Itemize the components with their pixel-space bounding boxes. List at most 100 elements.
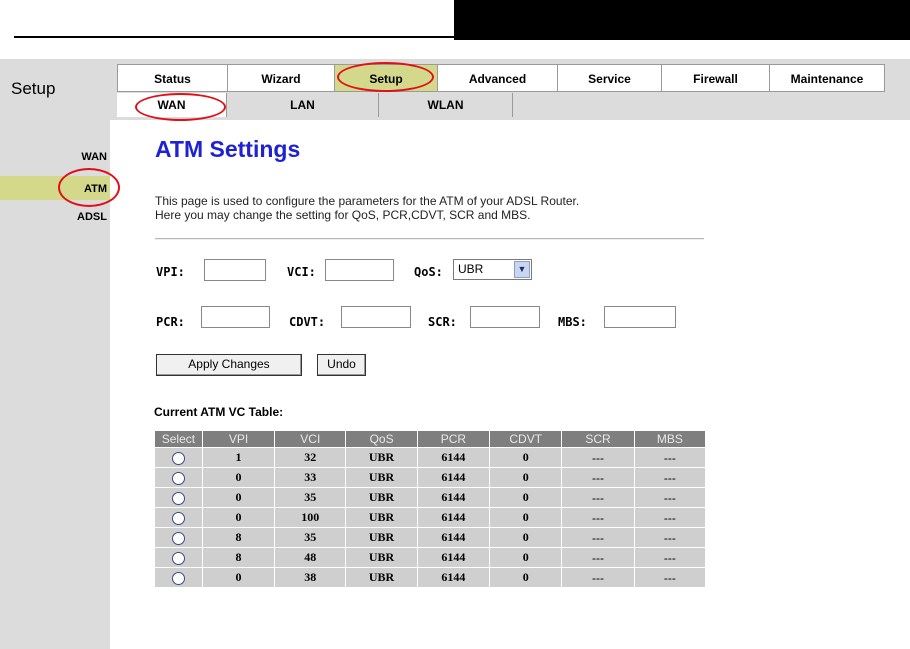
description-line: Here you may change the setting for QoS,… [155,208,531,222]
table-cell-vpi: 1 [202,448,275,467]
sidebar-item-adsl[interactable]: ADSL [77,211,107,223]
table-cell-mbs: --- [634,488,705,507]
table-caption: Current ATM VC Table: [154,405,284,419]
qos-selected-value: UBR [458,262,484,276]
annotation-ring-setup [337,62,434,92]
table-row: 8 48 UBR 6144 0 --- --- [155,548,705,567]
radio-icon[interactable] [171,451,185,465]
scr-label: SCR: [428,315,457,329]
table-row: 0 100 UBR 6144 0 --- --- [155,508,705,527]
table-cell-vci: 32 [275,448,346,467]
table-header-row: Select VPI VCI QoS PCR CDVT SCR MBS [155,431,705,447]
tab-status[interactable]: Status [118,64,228,92]
table-cell-cdvt: 0 [490,508,562,527]
apply-changes-button[interactable]: Apply Changes [156,354,302,376]
table-cell-pcr: 6144 [417,528,490,547]
table-cell-cdvt: 0 [490,468,562,487]
table-cell-scr: --- [562,488,634,507]
radio-icon[interactable] [171,531,185,545]
tab-advanced[interactable]: Advanced [438,64,558,92]
column-header: VPI [202,431,275,447]
table-cell-vpi: 8 [202,528,275,547]
table-cell-vci: 38 [275,568,346,587]
table-cell-pcr: 6144 [417,508,490,527]
table-cell-pcr: 6144 [417,568,490,587]
table-cell-qos: UBR [346,508,417,527]
row-select-cell [155,468,202,487]
section-title: Setup [11,79,56,98]
table-cell-vci: 35 [275,528,346,547]
page-description: This page is used to configure the param… [155,194,579,222]
table-cell-pcr: 6144 [417,488,490,507]
table-row: 1 32 UBR 6144 0 --- --- [155,448,705,467]
tab-service[interactable]: Service [558,64,662,92]
table-cell-qos: UBR [346,488,417,507]
qos-select[interactable]: UBR ▼ [453,259,532,280]
undo-button[interactable]: Undo [317,354,366,376]
scr-input[interactable] [470,306,540,328]
table-cell-scr: --- [562,528,634,547]
cdvt-input[interactable] [341,306,411,328]
tab-firewall[interactable]: Firewall [662,64,770,92]
pcr-input[interactable] [201,306,270,328]
sidebar-item-wan[interactable]: WAN [81,151,107,163]
main-tabs: Status Wizard Setup Advanced Service Fir… [117,64,885,92]
radio-icon[interactable] [171,471,185,485]
column-header: QoS [346,431,417,447]
radio-icon[interactable] [171,511,185,525]
table-cell-cdvt: 0 [490,488,562,507]
table-cell-qos: UBR [346,568,417,587]
row-select-cell [155,548,202,567]
table-cell-vpi: 0 [202,508,275,527]
column-header: CDVT [490,431,562,447]
vpi-label: VPI: [156,265,185,279]
table-row: 0 33 UBR 6144 0 --- --- [155,468,705,487]
table-cell-vci: 100 [275,508,346,527]
table-cell-scr: --- [562,468,634,487]
table-cell-mbs: --- [634,548,705,567]
table-cell-vci: 35 [275,488,346,507]
vci-input[interactable] [325,259,394,281]
mbs-label: MBS: [558,315,587,329]
vci-label: VCI: [287,265,316,279]
table-row: 0 35 UBR 6144 0 --- --- [155,488,705,507]
annotation-ring-atm [58,168,120,207]
subtab-lan[interactable]: LAN [227,93,379,117]
table-row: 0 38 UBR 6144 0 --- --- [155,568,705,587]
column-header: Select [155,431,202,447]
column-header: PCR [417,431,490,447]
tab-maintenance[interactable]: Maintenance [770,64,885,92]
table-cell-vci: 48 [275,548,346,567]
atm-vc-table: Select VPI VCI QoS PCR CDVT SCR MBS 1 32 U… [154,430,706,588]
table-cell-mbs: --- [634,528,705,547]
header-rule [14,36,454,38]
column-header: SCR [562,431,634,447]
table-cell-qos: UBR [346,528,417,547]
table-cell-vci: 33 [275,468,346,487]
pcr-label: PCR: [156,315,185,329]
table-cell-cdvt: 0 [490,528,562,547]
mbs-input[interactable] [604,306,676,328]
table-cell-scr: --- [562,548,634,567]
table-cell-scr: --- [562,508,634,527]
radio-icon[interactable] [171,571,185,585]
table-cell-pcr: 6144 [417,448,490,467]
table-cell-scr: --- [562,448,634,467]
radio-icon[interactable] [171,491,185,505]
table-row: 8 35 UBR 6144 0 --- --- [155,528,705,547]
radio-icon[interactable] [171,551,185,565]
column-header: VCI [275,431,346,447]
table-cell-pcr: 6144 [417,468,490,487]
row-select-cell [155,508,202,527]
table-cell-qos: UBR [346,548,417,567]
table-cell-mbs: --- [634,448,705,467]
qos-label: QoS: [414,265,443,279]
tab-wizard[interactable]: Wizard [228,64,335,92]
subtab-wlan[interactable]: WLAN [379,93,513,117]
annotation-ring-wan [135,93,226,121]
row-select-cell [155,448,202,467]
chevron-down-icon[interactable]: ▼ [514,261,530,278]
column-header: MBS [634,431,705,447]
vpi-input[interactable] [204,259,266,281]
table-cell-mbs: --- [634,568,705,587]
